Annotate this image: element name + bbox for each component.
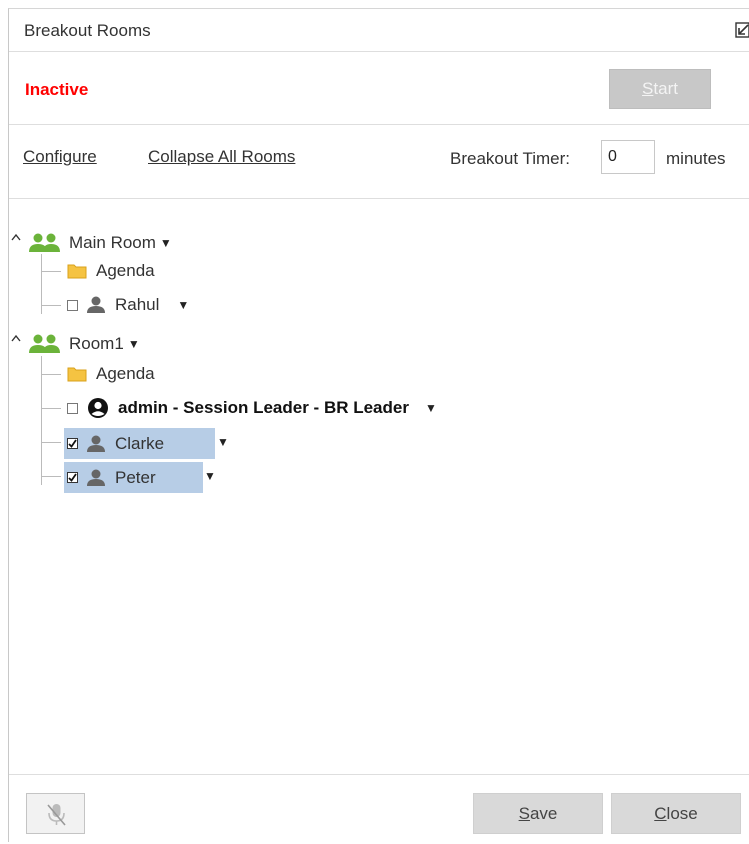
main-room-node[interactable]: Main Room ▼ (28, 229, 172, 257)
mic-off-icon (47, 804, 66, 826)
start-button[interactable]: Start (609, 69, 711, 109)
popout-icon[interactable] (735, 21, 749, 39)
folder-icon (67, 264, 87, 279)
save-button-mnemonic: S (518, 804, 530, 823)
checkbox-checked-icon[interactable] (67, 438, 78, 449)
member-admin[interactable]: admin - Session Leader - BR Leader ▼ (67, 394, 437, 422)
people-icon (29, 233, 60, 252)
person-icon (87, 435, 105, 452)
tree-line (41, 356, 42, 485)
chevron-down-icon[interactable]: ▼ (128, 337, 140, 351)
main-room-label: Main Room (69, 233, 156, 252)
tree-line (41, 374, 61, 375)
main-room-agenda[interactable]: Agenda (67, 257, 155, 285)
member-name: Clarke (115, 433, 165, 453)
room1-label: Room1 (69, 334, 124, 353)
breakout-timer-label: Breakout Timer: (450, 149, 570, 168)
close-button-mnemonic: C (654, 804, 667, 823)
room1-node[interactable]: Room1 ▼ (28, 330, 140, 358)
member-clarke[interactable]: Clarke (64, 428, 215, 459)
member-name: Peter (115, 467, 156, 487)
minutes-label: minutes (666, 149, 726, 168)
save-button[interactable]: Save (473, 793, 603, 834)
agenda-label: Agenda (96, 261, 155, 280)
breakout-rooms-panel: Breakout Rooms Inactive Start Configure … (8, 8, 749, 842)
member-name: admin - Session Leader - BR Leader (118, 398, 409, 417)
account-circle-icon (88, 398, 108, 418)
collapse-room1-icon[interactable] (11, 334, 21, 342)
folder-icon (67, 367, 87, 382)
footer: Save Close (9, 774, 749, 844)
tree-line (41, 271, 61, 272)
start-button-mnemonic: S (642, 79, 654, 98)
member-checkbox[interactable] (67, 402, 78, 414)
tree-line (41, 476, 61, 477)
status-row: Inactive Start (9, 52, 749, 125)
room-tree: Main Room ▼ Agenda Rahul ▼ Room1 ▼ Agend… (9, 199, 749, 773)
start-button-label: tart (653, 79, 678, 98)
collapse-all-rooms-link[interactable]: Collapse All Rooms (148, 147, 295, 167)
chevron-down-icon[interactable]: ▼ (217, 435, 229, 449)
person-icon (87, 296, 105, 313)
chevron-down-icon[interactable]: ▼ (177, 298, 189, 312)
close-button-label: lose (666, 804, 698, 823)
tree-line (41, 442, 61, 443)
people-icon (29, 334, 60, 353)
configure-link[interactable]: Configure (23, 147, 97, 167)
chevron-down-icon[interactable]: ▼ (160, 236, 172, 250)
collapse-main-room-icon[interactable] (11, 233, 21, 241)
status-text: Inactive (25, 80, 89, 99)
tree-line (41, 408, 61, 409)
window-title: Breakout Rooms (24, 21, 151, 40)
title-bar: Breakout Rooms (9, 9, 749, 52)
options-row: Configure Collapse All Rooms Breakout Ti… (9, 125, 749, 199)
chevron-down-icon[interactable]: ▼ (425, 401, 437, 415)
close-button[interactable]: Close (611, 793, 741, 834)
chevron-down-icon[interactable]: ▼ (204, 469, 216, 483)
member-rahul[interactable]: Rahul ▼ (67, 291, 189, 319)
agenda-label: Agenda (96, 364, 155, 383)
member-peter[interactable]: Peter (64, 462, 203, 493)
save-button-label: ave (529, 804, 558, 823)
mute-button[interactable] (26, 793, 85, 834)
checkbox-checked-icon[interactable] (67, 472, 78, 483)
member-name: Rahul (115, 295, 160, 314)
member-checkbox[interactable] (67, 299, 78, 311)
room1-agenda[interactable]: Agenda (67, 360, 155, 388)
tree-line (41, 305, 61, 306)
person-icon (87, 469, 105, 486)
breakout-timer-input[interactable] (601, 140, 655, 174)
